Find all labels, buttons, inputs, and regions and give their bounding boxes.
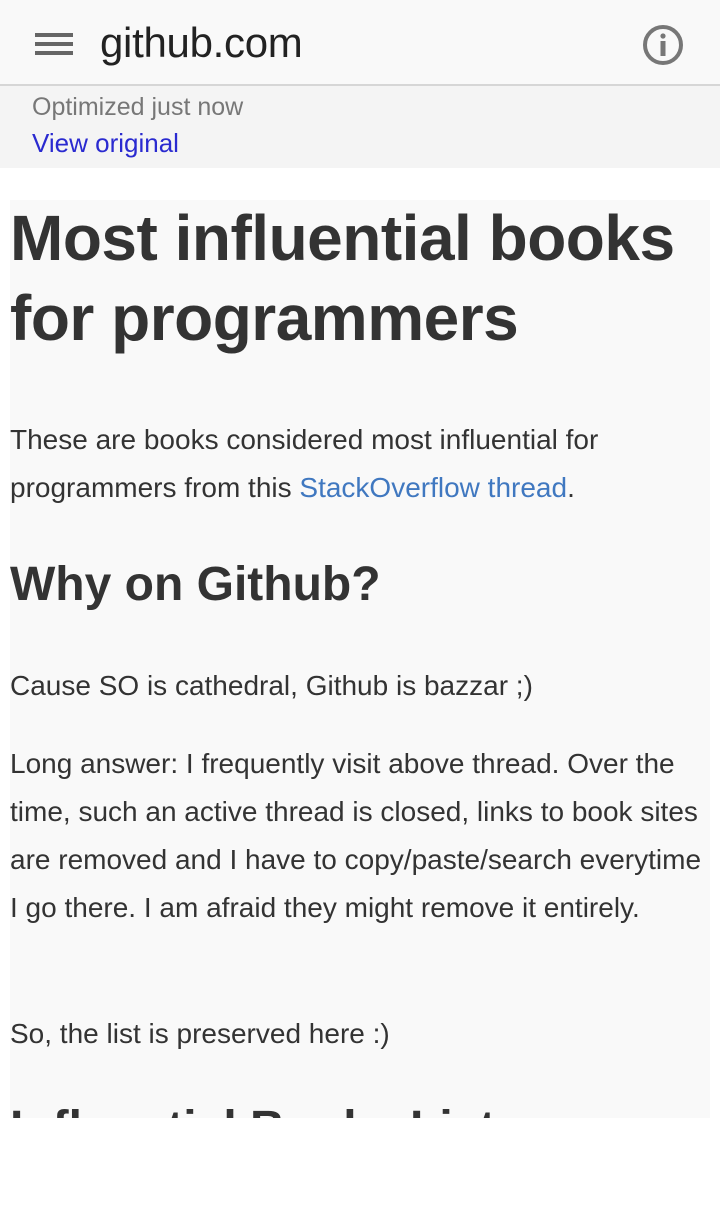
info-circle-icon (643, 25, 683, 65)
view-original-link[interactable]: View original (32, 127, 179, 159)
article-content: Most influential books for programmers T… (10, 200, 710, 1118)
short-answer-paragraph: Cause SO is cathedral, Github is bazzar … (10, 670, 533, 701)
intro-period: . (567, 472, 575, 503)
section-heading-why-github: Why on Github? (10, 558, 381, 611)
optimization-notice: Optimized just now View original (0, 86, 720, 168)
preserved-paragraph: So, the list is preserved here :) (10, 1018, 390, 1049)
menu-button[interactable] (26, 24, 82, 64)
optimized-status: Optimized just now (32, 93, 244, 121)
site-title: github.com (100, 19, 303, 66)
intro-paragraph: These are books considered most influent… (10, 416, 710, 512)
top-bar: github.com (0, 0, 720, 86)
long-answer-paragraph: Long answer: I frequently visit above th… (10, 748, 702, 923)
info-button[interactable] (640, 22, 686, 68)
section-heading-book-list: Influential Books List (10, 1100, 710, 1118)
hamburger-menu-icon (35, 33, 73, 55)
stackoverflow-thread-link[interactable]: StackOverflow thread (299, 472, 567, 503)
page-title: Most influential books for programmers (10, 202, 675, 354)
